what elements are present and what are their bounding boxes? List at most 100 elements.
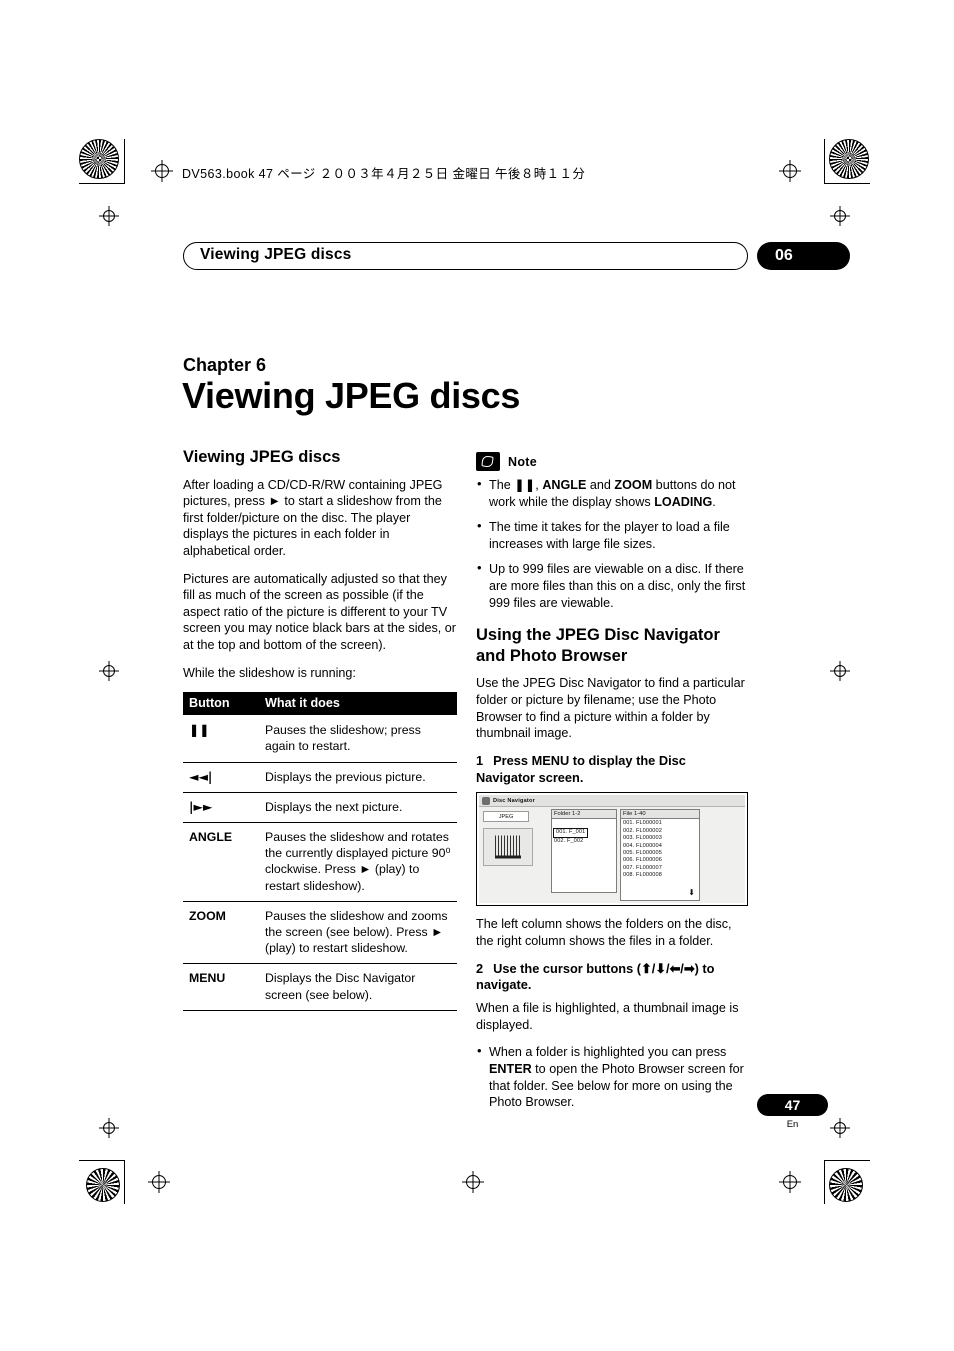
paragraph-aspect: Pictures are automatically adjusted so t… (183, 571, 456, 652)
paragraph-loading: After loading a CD/CD-R/RW containing JP… (183, 477, 443, 558)
note-list: The ❚❚, ANGLE and ZOOM buttons do not wo… (476, 476, 748, 611)
disc-navigator-inner: Disc Navigator JPEG Folder 1-2 001. F_00… (479, 795, 745, 904)
registration-sunburst-top-right (829, 139, 869, 179)
crop-mark-bottom-left-h (79, 1160, 125, 1161)
folder-list-item[interactable]: 001. F_001 (553, 828, 589, 838)
file-list-item[interactable]: 003. FL000003 (623, 835, 699, 842)
crop-mark-top-right-h (824, 183, 870, 184)
registration-target-left-upper-circle (103, 210, 115, 222)
registration-target-right-upper-circle (834, 210, 846, 222)
note-item: Up to 999 files are viewable on a disc. … (476, 560, 748, 611)
table-cell-button: ZOOM (183, 901, 259, 965)
table-header-button: Button (183, 692, 259, 716)
disc-navigator-screenshot: Disc Navigator JPEG Folder 1-2 001. F_00… (476, 792, 748, 907)
table-cell-button: ANGLE (183, 822, 259, 902)
disc-navigator-titlebar: Disc Navigator (479, 795, 745, 808)
step-2-text: Use the cursor buttons (⬆/⬇/⬅/➡) to navi… (476, 960, 715, 993)
table-cell-desc: Displays the next picture. (259, 792, 457, 823)
thumbnail-image (495, 835, 521, 859)
table-cell-desc: Pauses the slideshow and zooms the scree… (259, 901, 457, 965)
step-2: 2 Use the cursor buttons (⬆/⬇/⬅/➡) to nav… (476, 961, 748, 995)
step-2-number: 2 (476, 960, 484, 976)
registration-sunburst-top-left (79, 139, 119, 179)
table-cell-desc: Pauses the slideshow; press again to res… (259, 715, 457, 763)
table-row: |►► Displays the next picture. (183, 792, 457, 823)
paragraph-slideshow-intro: While the slideshow is running: (183, 665, 356, 680)
crop-mark-top-left-h (79, 183, 125, 184)
file-list-item[interactable]: 001. FL000001 (623, 820, 699, 827)
table-cell-desc: Displays the previous picture. (259, 762, 457, 793)
left-column: Viewing JPEG discs After loading a CD/CD… (183, 447, 457, 1011)
step-2-bullets: When a folder is highlighted you can pre… (476, 1043, 748, 1110)
note-item: The ❚❚, ANGLE and ZOOM buttons do not wo… (476, 476, 748, 510)
crop-mark-bottom-right-h (824, 1160, 870, 1161)
table-row: MENU Displays the Disc Navigator screen … (183, 963, 457, 1011)
file-column-header: File 1-40 (621, 810, 699, 820)
scroll-down-icon[interactable]: ⬇ (688, 889, 695, 897)
page-language-label: En (786, 1119, 799, 1130)
table-row: ANGLE Pauses the slideshow and rotates t… (183, 822, 457, 902)
registration-target-bottom-right-circle (783, 1175, 797, 1189)
disc-type-label: JPEG (483, 811, 529, 823)
paragraph-navigator-intro: Use the JPEG Disc Navigator to find a pa… (476, 676, 745, 741)
chapter-number-label: 06 (775, 247, 793, 264)
file-list: 001. FL000001 002. FL000002 003. FL00000… (621, 819, 699, 879)
file-list-item[interactable]: 004. FL000004 (623, 843, 699, 850)
registration-target-left-middle-circle (103, 665, 115, 677)
note-label: Note (508, 454, 537, 469)
right-column: Note The ❚❚, ANGLE and ZOOM buttons do n… (476, 452, 748, 1120)
note-header: Note (476, 452, 748, 471)
registration-target-top-center-circle (155, 164, 169, 178)
table-header-what-it-does: What it does (259, 692, 457, 716)
file-column[interactable]: File 1-40 001. FL000001 002. FL000002 00… (620, 809, 700, 902)
disc-navigator-left-panel: JPEG (483, 811, 545, 867)
registration-target-bottom-left-circle (152, 1175, 166, 1189)
table-cell-button: |►► (183, 792, 259, 823)
section-heading-viewing-jpeg-discs: Viewing JPEG discs (183, 448, 341, 466)
table-cell-button: ❚❚ (183, 715, 259, 763)
note-pencil-icon (476, 452, 500, 471)
page-title: Viewing JPEG discs (182, 375, 521, 416)
registration-target-bottom-center-circle (466, 1175, 480, 1189)
table-cell-button: MENU (183, 963, 259, 1011)
table-row: ❚❚ Pauses the slideshow; press again to … (183, 715, 457, 763)
page-number-badge: 47 (757, 1094, 828, 1116)
folder-column[interactable]: Folder 1-2 001. F_001 002. F_002 (551, 809, 617, 894)
disc-navigator-window-title: Disc Navigator (493, 797, 535, 804)
button-function-table: Button What it does ❚❚ Pauses the slides… (183, 692, 457, 1011)
table-header-row: Button What it does (183, 692, 457, 716)
file-list-item[interactable]: 008. FL000008 (623, 872, 699, 879)
registration-sunburst-bottom-left (86, 1168, 120, 1202)
bullet-photo-browser: When a folder is highlighted you can pre… (476, 1043, 748, 1110)
step-1: 1 Press MENU to display the Disc Navigato… (476, 753, 748, 787)
crop-mark-top-right-v (824, 139, 825, 184)
page-number: 47 (784, 1097, 801, 1113)
step-1-number: 1 (476, 752, 484, 768)
disc-icon (482, 796, 490, 805)
table-cell-desc: Displays the Disc Navigator screen (see … (259, 963, 457, 1011)
crop-mark-bottom-left-v (124, 1160, 125, 1204)
paragraph-thumbnail: When a file is highlighted, a thumbnail … (476, 1001, 739, 1032)
book-file-header: DV563.book 47 ページ ２００３年４月２５日 金曜日 午後８時１１分 (182, 167, 586, 181)
thumbnail-preview (483, 828, 533, 867)
table-row: ZOOM Pauses the slideshow and zooms the … (183, 901, 457, 965)
registration-target-top-right-inner-circle (783, 164, 797, 178)
note-item: The time it takes for the player to load… (476, 518, 748, 552)
chapter-kicker: Chapter 6 (183, 355, 267, 375)
registration-target-left-lower-circle (103, 1122, 115, 1134)
folder-list-item[interactable]: 002. F_002 (554, 838, 616, 845)
table-cell-desc: Pauses the slideshow and rotates the cur… (259, 822, 457, 902)
registration-sunburst-bottom-right (829, 1168, 863, 1202)
file-list-item[interactable]: 002. FL000002 (623, 828, 699, 835)
crop-mark-bottom-right-v (824, 1160, 825, 1204)
table-row: ◄◄| Displays the previous picture. (183, 762, 457, 793)
registration-target-right-lower-circle (834, 1122, 846, 1134)
step-1-text: Press MENU to display the Disc Navigator… (476, 752, 686, 785)
folder-column-header: Folder 1-2 (552, 810, 616, 820)
file-list-item[interactable]: 005. FL000005 (623, 850, 699, 857)
file-list-item[interactable]: 006. FL000006 (623, 857, 699, 864)
section-heading-disc-navigator: Using the JPEG Disc Navigator and Photo … (476, 626, 720, 665)
chapter-number-badge: 06 (757, 242, 850, 270)
file-list-item[interactable]: 007. FL000007 (623, 865, 699, 872)
crop-mark-top-left-v (124, 139, 125, 184)
